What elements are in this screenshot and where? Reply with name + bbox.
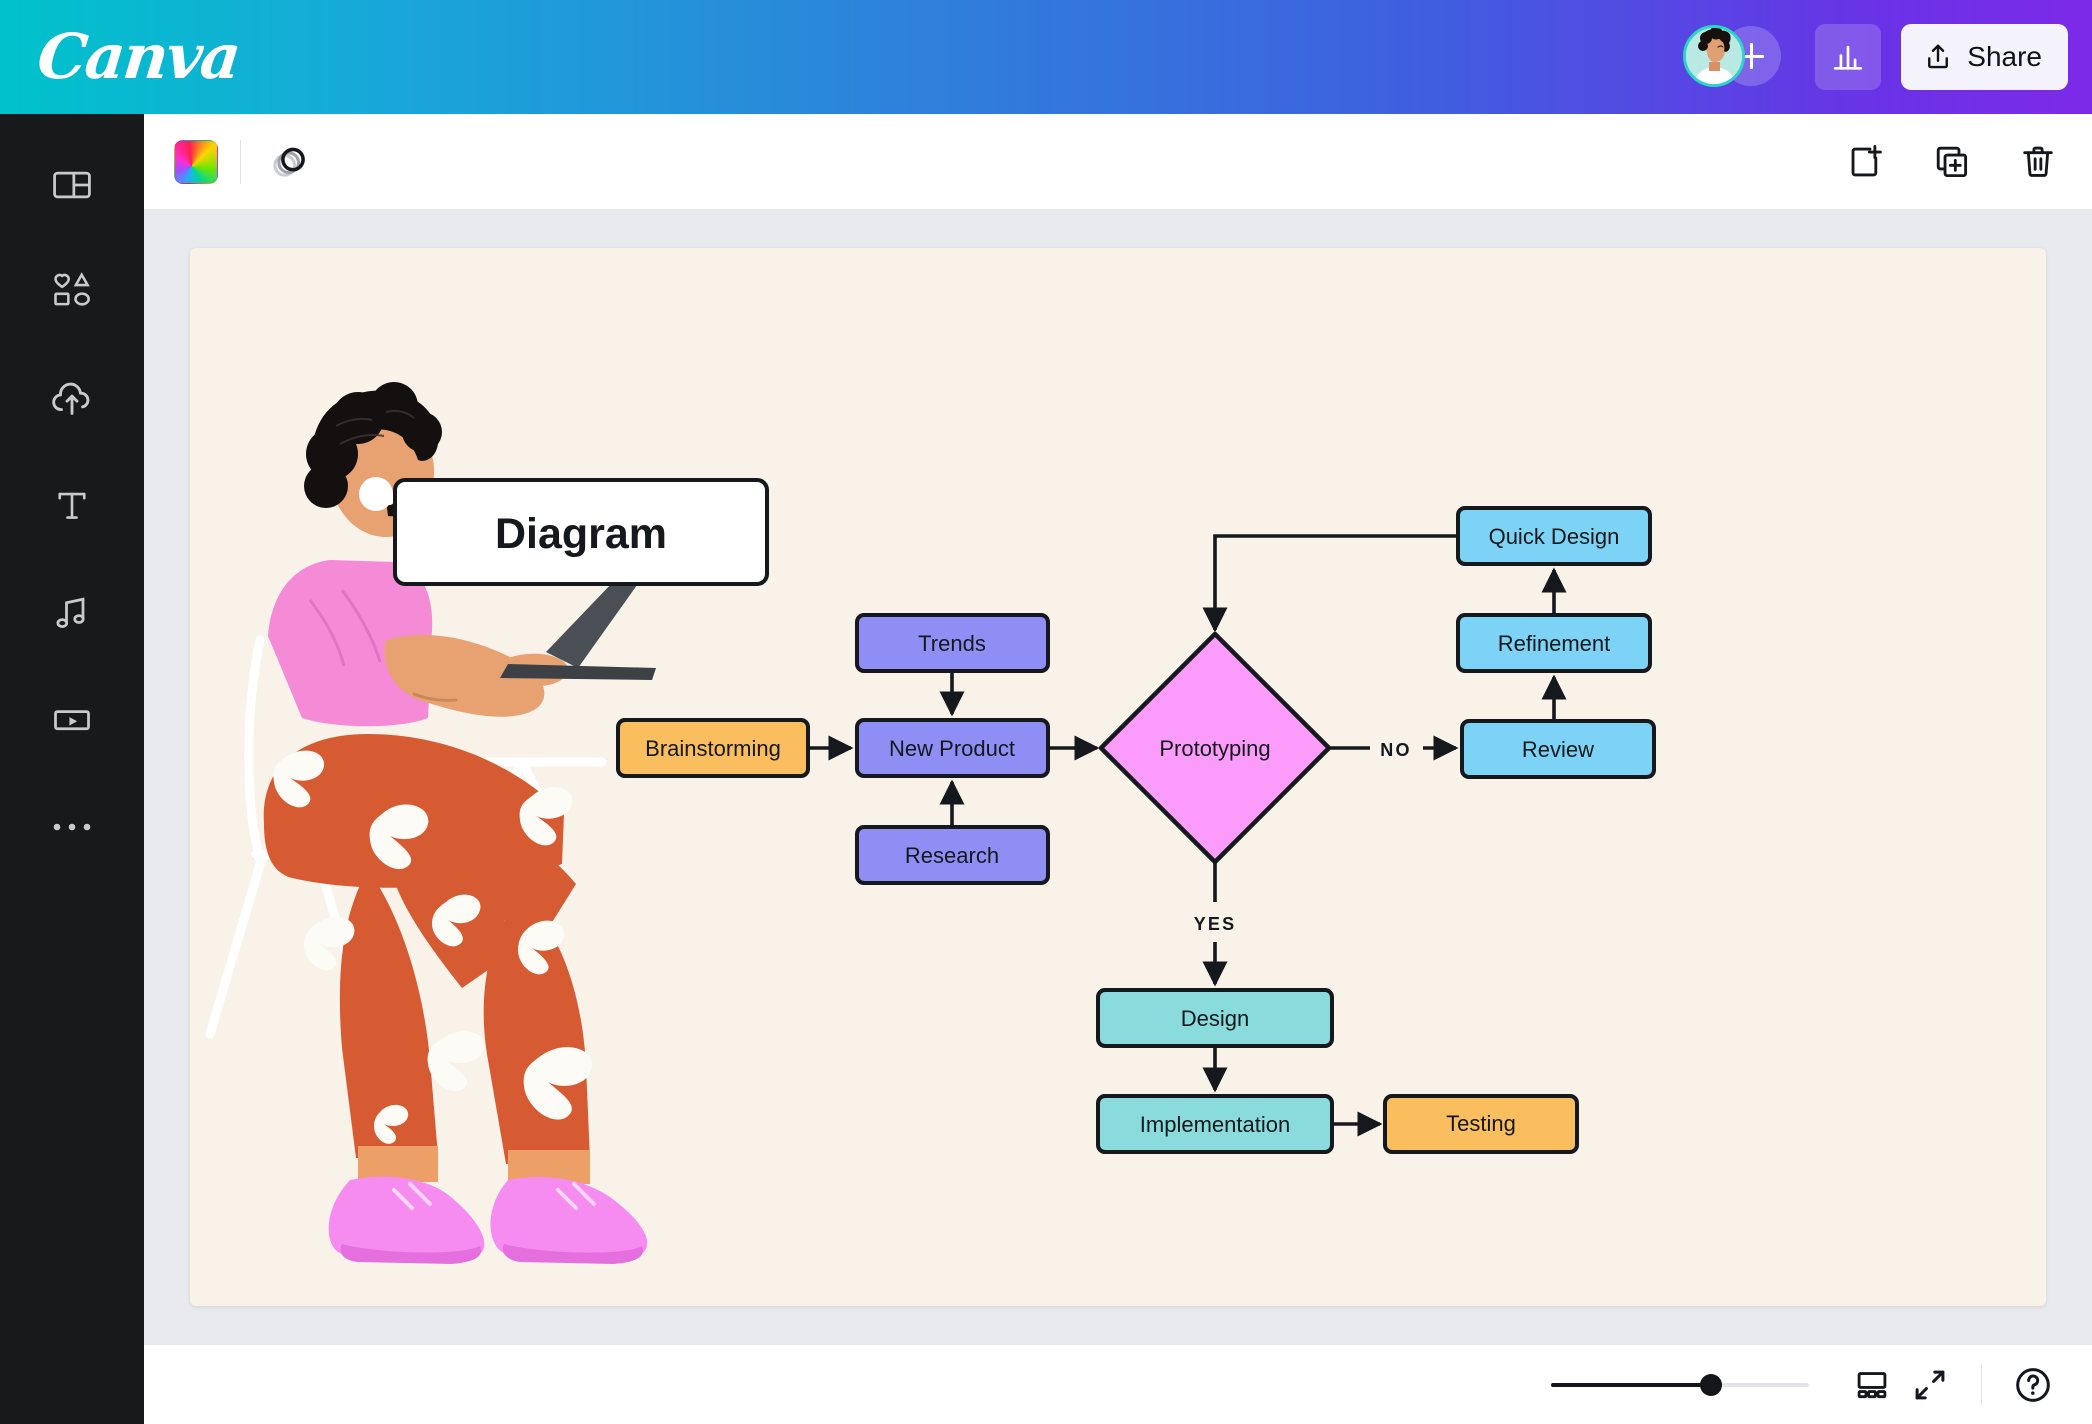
music-note-icon <box>50 591 94 640</box>
sidebar-item-design[interactable] <box>0 134 144 241</box>
canva-logo[interactable]: Canva <box>34 20 242 93</box>
node-refinement[interactable]: Refinement <box>1456 613 1652 673</box>
sidebar-item-text[interactable] <box>0 455 144 562</box>
edge-label-yes: YES <box>1194 914 1237 934</box>
canva-editor: Canva Share Diagram Brainstorming Trends… <box>0 0 2092 1424</box>
avatar[interactable] <box>1683 25 1746 87</box>
node-research[interactable]: Research <box>855 825 1050 885</box>
fullscreen-icon[interactable] <box>1901 1356 1959 1414</box>
bottom-divider <box>1981 1364 1982 1405</box>
layout-panel-icon <box>50 163 94 212</box>
node-design[interactable]: Design <box>1096 988 1334 1048</box>
node-refinement-label: Refinement <box>1498 631 1611 656</box>
node-review[interactable]: Review <box>1460 719 1656 779</box>
text-t-icon <box>51 485 93 532</box>
transparency-icon[interactable] <box>263 136 315 188</box>
node-testing[interactable]: Testing <box>1383 1094 1579 1154</box>
sidebar-item-more[interactable] <box>0 776 144 883</box>
edge-quick-design-prototyping <box>1202 534 1458 633</box>
node-brainstorming-label: Brainstorming <box>645 736 781 761</box>
add-page-icon[interactable] <box>1840 136 1892 188</box>
sidebar-item-audio[interactable] <box>0 562 144 669</box>
node-testing-label: Testing <box>1446 1111 1516 1136</box>
node-review-label: Review <box>1522 737 1594 762</box>
editor-toolbar <box>144 114 2092 210</box>
edge-label-no: NO <box>1380 740 1411 760</box>
cloud-upload-icon <box>49 376 95 427</box>
zoom-knob[interactable] <box>1699 1373 1722 1396</box>
grid-view-icon[interactable] <box>1843 1356 1901 1414</box>
sidebar-item-uploads[interactable] <box>0 348 144 455</box>
node-quick-design[interactable]: Quick Design <box>1456 506 1652 566</box>
ellipsis-icon <box>50 818 94 841</box>
node-new-product-label: New Product <box>889 736 1015 761</box>
node-quick-design-label: Quick Design <box>1489 524 1620 549</box>
toolbar-divider <box>240 139 241 184</box>
shapes-icon <box>50 270 94 319</box>
toolbar-page-actions <box>1840 136 2064 188</box>
duplicate-page-icon[interactable] <box>1926 136 1978 188</box>
node-new-product[interactable]: New Product <box>855 718 1050 778</box>
node-trends[interactable]: Trends <box>855 613 1050 673</box>
node-research-label: Research <box>905 843 999 868</box>
delete-icon[interactable] <box>2012 136 2064 188</box>
diagram-svg: Diagram Brainstorming Trends New Product <box>205 382 1656 1264</box>
node-implementation[interactable]: Implementation <box>1096 1094 1334 1154</box>
node-design-label: Design <box>1181 1006 1249 1031</box>
node-trends-label: Trends <box>918 631 986 656</box>
left-rail <box>0 114 144 1424</box>
analytics-icon[interactable] <box>1815 24 1882 90</box>
zoom-fill <box>1551 1382 1711 1387</box>
node-implementation-label: Implementation <box>1140 1112 1290 1137</box>
share-button[interactable]: Share <box>1901 24 2068 90</box>
color-picker-button[interactable] <box>174 139 218 184</box>
sidebar-item-videos[interactable] <box>0 669 144 776</box>
node-prototyping-label: Prototyping <box>1159 736 1270 761</box>
zoom-slider[interactable] <box>1551 1373 1809 1396</box>
node-title[interactable]: Diagram <box>393 478 769 586</box>
help-icon[interactable] <box>2004 1356 2062 1414</box>
video-play-icon <box>50 698 94 747</box>
node-prototyping[interactable]: Prototyping <box>1098 631 1332 865</box>
header-actions: Share <box>1683 24 2068 90</box>
sidebar-item-elements[interactable] <box>0 241 144 348</box>
share-label: Share <box>1967 41 2042 72</box>
collaborators-group <box>1683 25 1815 89</box>
canvas-page[interactable]: Diagram Brainstorming Trends New Product <box>190 248 2046 1306</box>
share-upload-icon <box>1928 44 1949 69</box>
top-header: Canva Share <box>0 0 2092 114</box>
bottom-bar <box>144 1344 2092 1424</box>
workspace: Diagram Brainstorming Trends New Product <box>144 210 2092 1344</box>
node-brainstorming[interactable]: Brainstorming <box>616 718 810 778</box>
node-title-label: Diagram <box>495 510 667 558</box>
